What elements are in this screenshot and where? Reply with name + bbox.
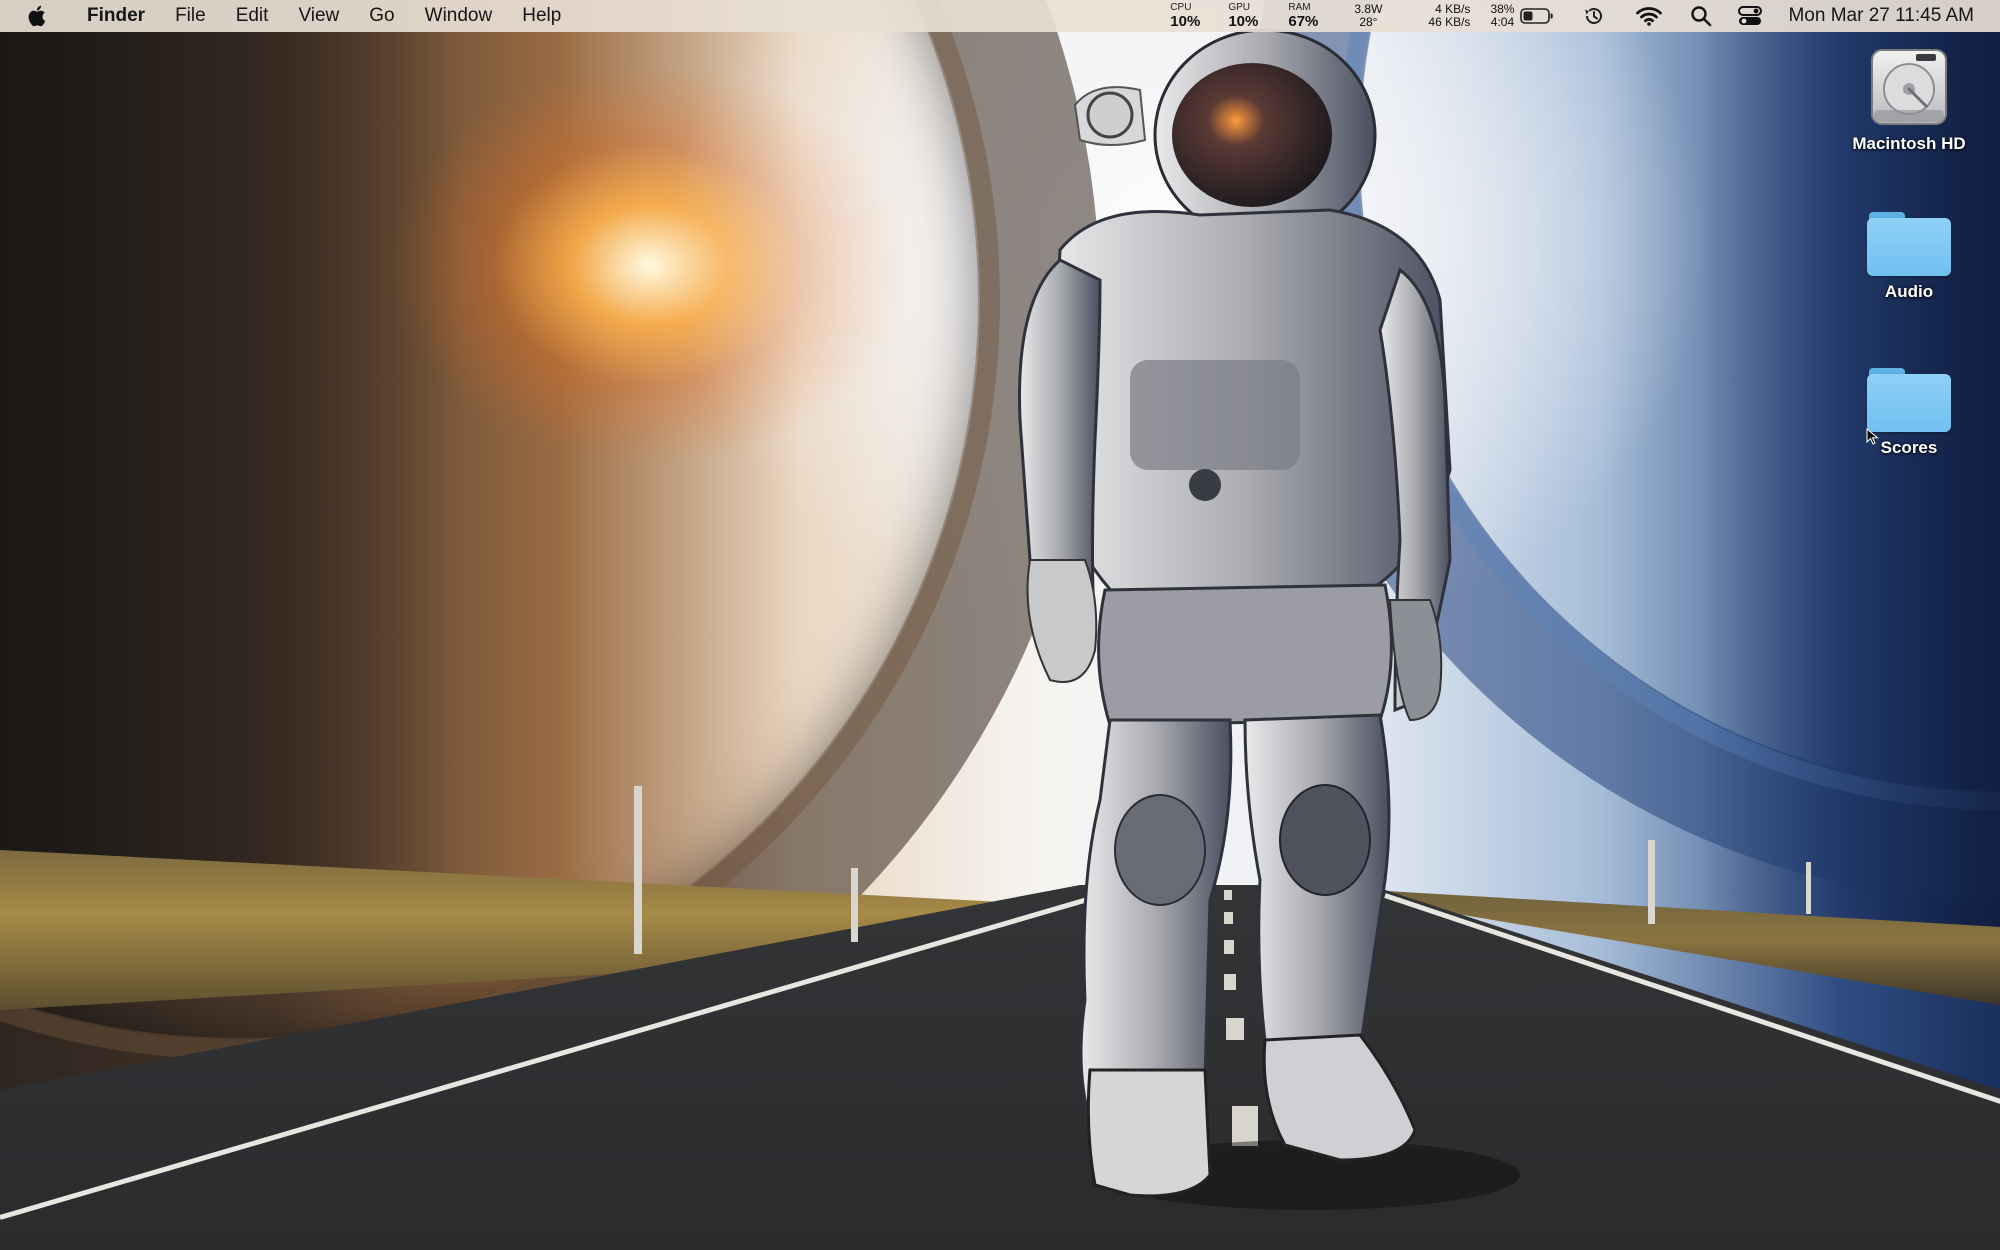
network-download: 46 KB/s: [1428, 15, 1471, 29]
menu-edit[interactable]: Edit: [221, 0, 284, 32]
cpu-value: 10%: [1170, 13, 1201, 30]
menu-app-finder[interactable]: Finder: [72, 0, 160, 32]
ram-label: RAM: [1288, 2, 1311, 13]
folder-icon: [1867, 366, 1951, 432]
menu-bar: Finder File Edit View Go Window Help CPU…: [0, 0, 2000, 32]
desktop-icon-scores[interactable]: Scores: [1839, 366, 1979, 458]
desktop-icon-macintosh-hd[interactable]: Macintosh HD: [1839, 46, 1979, 154]
gpu-value: 10%: [1228, 13, 1259, 30]
apple-menu-icon[interactable]: [26, 4, 48, 28]
menu-help[interactable]: Help: [507, 0, 576, 32]
wifi-icon[interactable]: [1636, 0, 1663, 32]
battery-stats[interactable]: 38% 4:04: [1490, 3, 1514, 28]
desktop-icon-label: Scores: [1880, 438, 1938, 457]
desktop-wallpaper: [0, 0, 2000, 1250]
temperature-value: 28°: [1359, 15, 1378, 29]
menu-window[interactable]: Window: [410, 0, 508, 32]
astronaut-figure: [1018, 28, 1452, 1198]
desktop-icon-label: Audio: [1884, 282, 1934, 301]
control-center-icon[interactable]: [1738, 0, 1763, 32]
menu-go[interactable]: Go: [354, 0, 409, 32]
menu-file[interactable]: File: [160, 0, 221, 32]
ram-value: 67%: [1288, 13, 1319, 30]
time-machine-icon[interactable]: [1582, 0, 1606, 32]
folder-icon: [1867, 210, 1951, 276]
menu-bar-status-area: CPU 10% GPU 10% RAM 67% 3.8W 28° 4 KB/s …: [1170, 0, 2000, 32]
hard-drive-icon: [1871, 49, 1947, 125]
battery-time: 4:04: [1490, 15, 1515, 29]
menu-bar-left: Finder File Edit View Go Window Help: [0, 0, 576, 32]
mouse-pointer-icon: [1866, 427, 1880, 451]
cpu-label: CPU: [1170, 2, 1192, 13]
menu-view[interactable]: View: [283, 0, 354, 32]
spotlight-search-icon[interactable]: [1690, 0, 1712, 32]
battery-icon[interactable]: [1520, 0, 1554, 32]
cpu-monitor[interactable]: CPU 10%: [1170, 2, 1201, 30]
desktop-icon-label: Macintosh HD: [1852, 134, 1966, 153]
menu-bar-clock[interactable]: Mon Mar 27 11:45 AM: [1788, 5, 1974, 27]
gpu-label: GPU: [1228, 2, 1250, 13]
desktop-icon-audio[interactable]: Audio: [1839, 210, 1979, 302]
network-monitor[interactable]: 4 KB/s 46 KB/s: [1428, 3, 1470, 28]
ram-monitor[interactable]: RAM 67%: [1288, 2, 1319, 30]
gpu-monitor[interactable]: GPU 10%: [1228, 2, 1259, 30]
power-temperature-monitor[interactable]: 3.8W 28°: [1354, 3, 1382, 28]
